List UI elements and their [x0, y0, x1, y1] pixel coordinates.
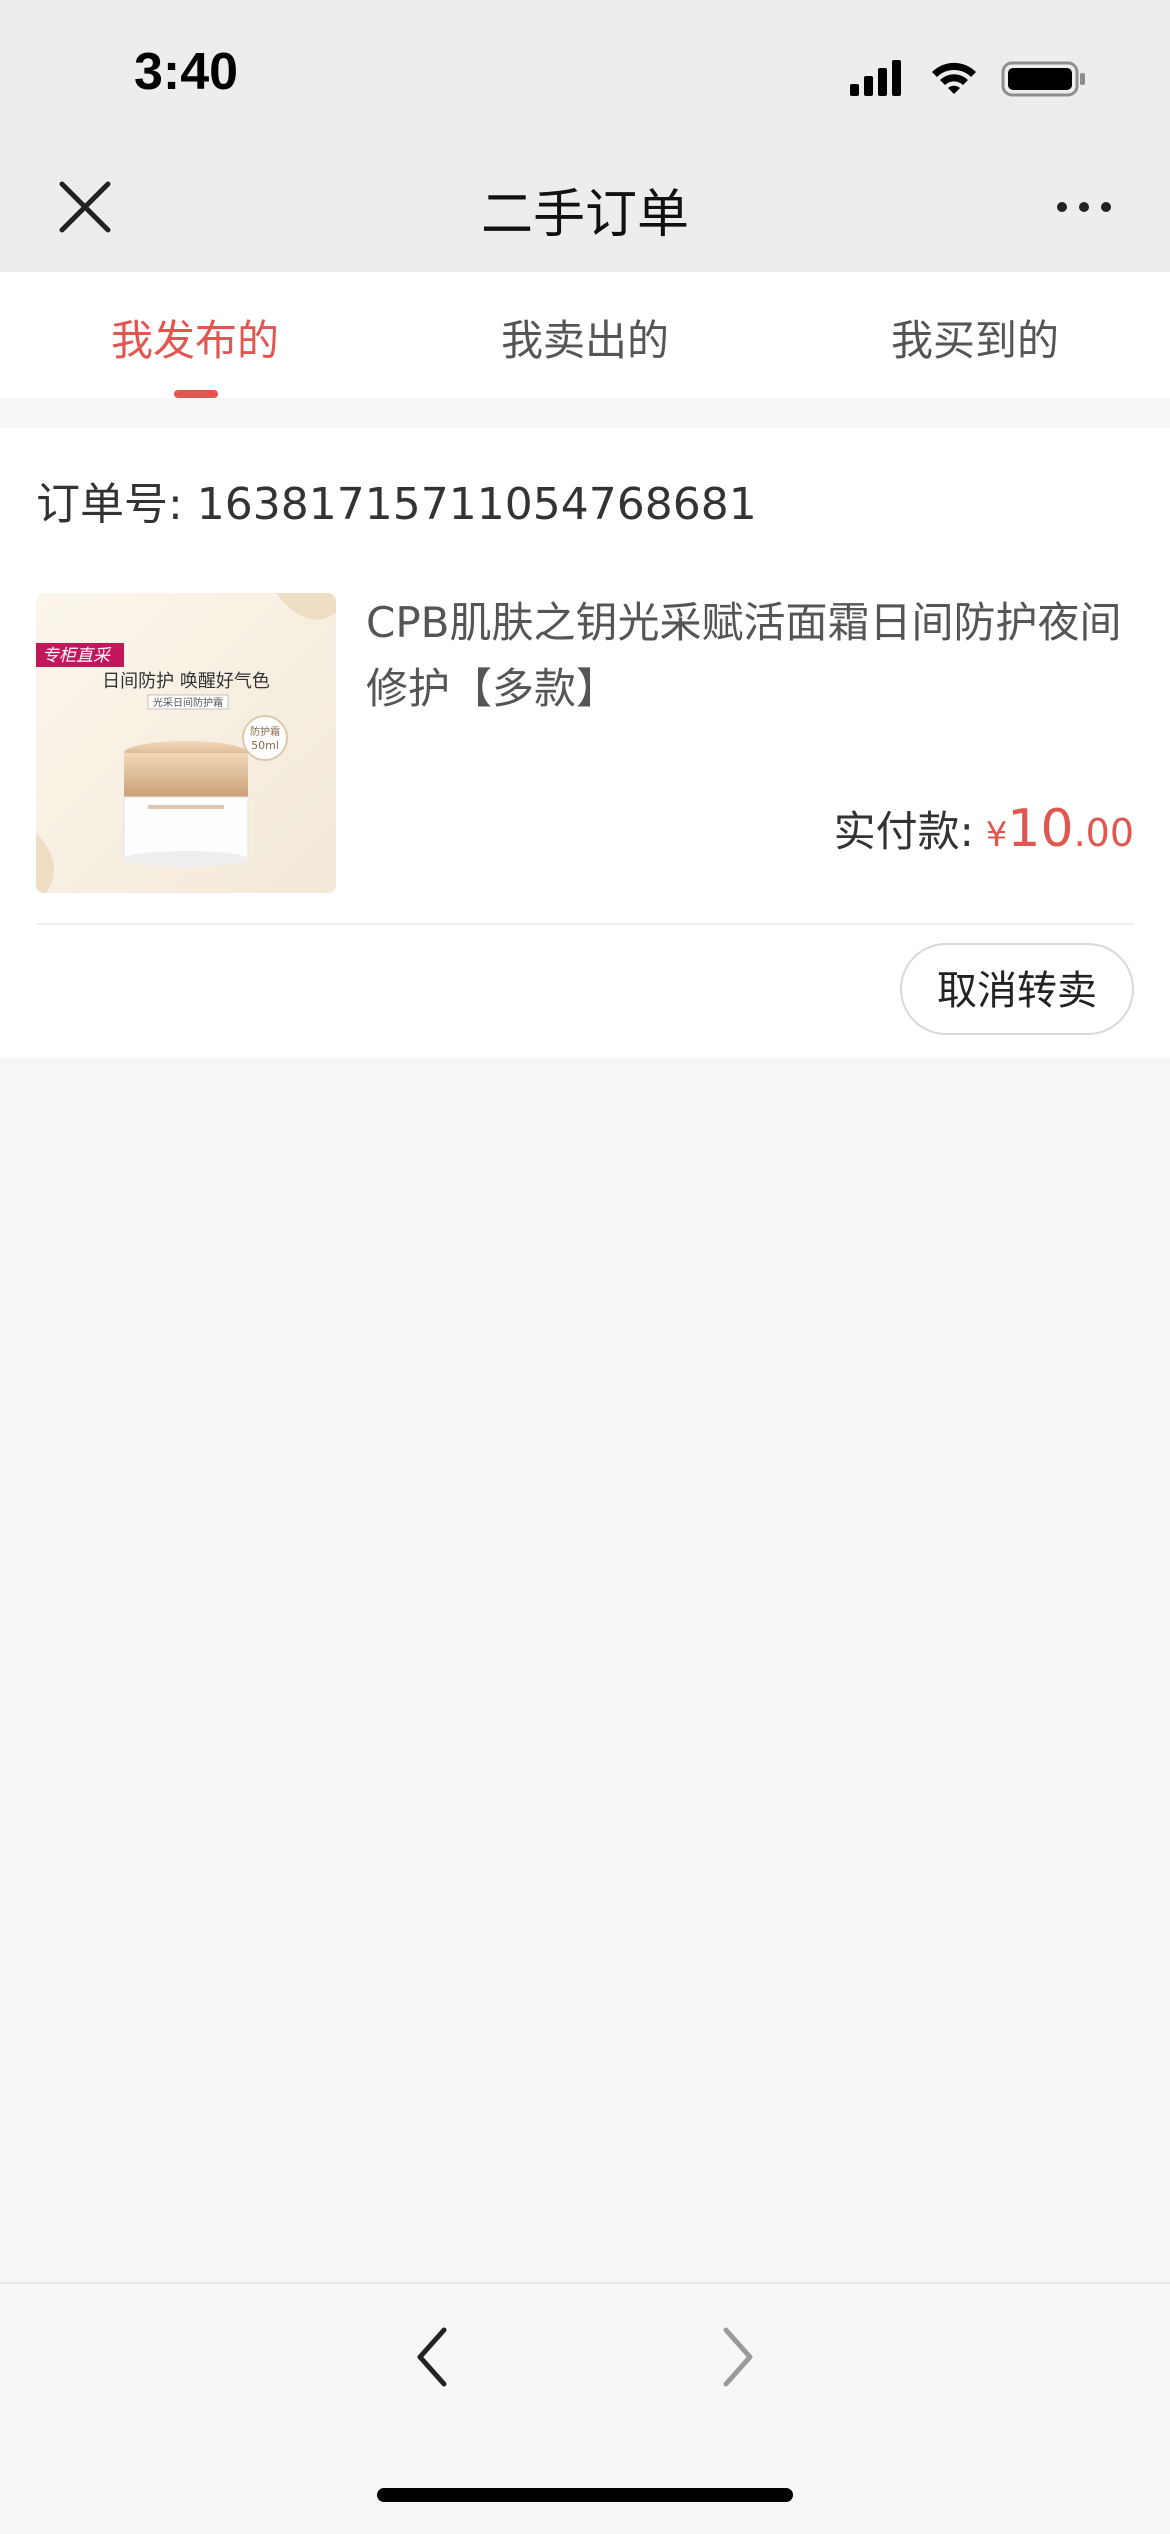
divider: [36, 923, 1134, 925]
paid-label: 实付款:: [833, 807, 974, 856]
tab-active-indicator: [174, 390, 218, 398]
product-title[interactable]: CPB肌肤之钥光采赋活面霜日间防护夜间修护【多款】: [366, 590, 1126, 722]
home-indicator: [377, 2488, 793, 2502]
product-image[interactable]: 专柜直采 日间防护 唤醒好气色 光采日间防护霜 防护霜 50ml: [36, 593, 336, 893]
svg-text:专柜直采: 专柜直采: [42, 646, 112, 666]
tab-sold[interactable]: 我卖出的: [390, 307, 780, 368]
status-time: 3:40: [134, 43, 239, 101]
order-number: 订单号: 16381715711054768681: [36, 479, 757, 530]
signal-icon: [850, 60, 901, 96]
svg-text:光采日间防护霜: 光采日间防护霜: [153, 696, 223, 709]
price-integer: 10: [1007, 799, 1074, 859]
status-icons: [850, 60, 1085, 97]
battery-icon: [1001, 61, 1085, 97]
price-decimal: .00: [1073, 811, 1134, 855]
svg-text:防护霜: 防护霜: [250, 725, 280, 738]
tab-published[interactable]: 我发布的: [0, 307, 390, 368]
chevron-left-icon[interactable]: [412, 2322, 452, 2392]
order-card[interactable]: 订单号: 16381715711054768681 专柜直采 日间防护 唤醒好气…: [0, 428, 1170, 1058]
cancel-resale-button[interactable]: 取消转卖: [900, 943, 1134, 1035]
page-title: 二手订单: [480, 185, 689, 245]
wifi-icon: [932, 62, 976, 94]
tab-bought[interactable]: 我买到的: [780, 307, 1170, 368]
svg-text:日间防护 唤醒好气色: 日间防护 唤醒好气色: [102, 671, 270, 692]
currency-symbol: ¥: [985, 815, 1008, 855]
tab-bar: 我发布的 我卖出的 我买到的: [0, 272, 1170, 398]
svg-text:50ml: 50ml: [251, 739, 279, 752]
chevron-right-icon[interactable]: [718, 2322, 758, 2392]
paid-amount: 实付款: ¥10.00: [834, 798, 1134, 859]
more-icon[interactable]: [1054, 190, 1114, 224]
